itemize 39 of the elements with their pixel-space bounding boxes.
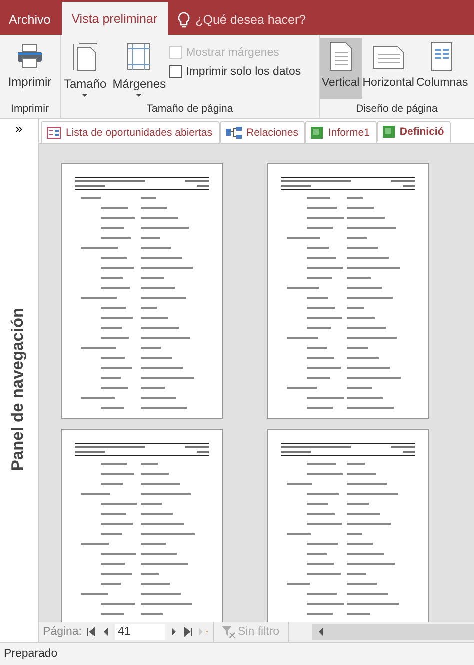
report-icon bbox=[382, 126, 395, 138]
previous-page-icon[interactable] bbox=[102, 627, 110, 637]
scroll-left-icon[interactable] bbox=[318, 628, 324, 636]
status-text: Preparado bbox=[4, 648, 58, 660]
group-label: Tamaño de página bbox=[146, 103, 234, 117]
next-page-icon[interactable] bbox=[170, 627, 178, 637]
columns-page-icon bbox=[429, 42, 456, 72]
margins-button[interactable]: Márgenes bbox=[110, 38, 170, 97]
page-size-icon bbox=[71, 42, 100, 72]
relationships-icon bbox=[226, 126, 242, 138]
printer-icon bbox=[16, 42, 44, 70]
portrait-button[interactable]: Vertical bbox=[320, 38, 362, 99]
new-page-icon bbox=[198, 627, 208, 637]
portrait-page-icon bbox=[328, 42, 354, 72]
document-tab[interactable]: Informe1 bbox=[305, 121, 377, 143]
ribbon-tab[interactable]: Archivo bbox=[0, 5, 60, 35]
tell-me-field[interactable]: ¿Qué desea hacer? bbox=[196, 11, 310, 29]
ribbon-tab[interactable]: Vista preliminar bbox=[62, 2, 168, 35]
columns-button[interactable]: Columnas bbox=[416, 38, 470, 99]
filter-icon bbox=[222, 626, 236, 638]
last-page-icon[interactable] bbox=[183, 627, 194, 637]
checkbox[interactable]: Imprimir solo los datos bbox=[169, 65, 302, 78]
group-label: Diseño de página bbox=[356, 103, 438, 117]
document-tab[interactable]: Lista de oportunidades abiertas bbox=[41, 121, 220, 143]
document-tab[interactable]: Definició bbox=[376, 121, 452, 143]
landscape-button[interactable]: Horizontal bbox=[362, 38, 416, 99]
page-label: Página: bbox=[43, 626, 82, 638]
lightbulb-icon bbox=[178, 12, 190, 28]
report-icon bbox=[311, 126, 324, 138]
margins-icon bbox=[125, 42, 154, 72]
document-tab[interactable]: Relaciones bbox=[220, 121, 306, 143]
group-label: Imprimir bbox=[11, 103, 49, 117]
first-page-icon[interactable] bbox=[87, 627, 98, 637]
size-button[interactable]: Tamaño bbox=[61, 38, 110, 97]
print-button[interactable]: Imprimir bbox=[0, 38, 60, 89]
form-icon bbox=[47, 126, 61, 138]
navigation-pane-title[interactable]: Panel de navegación bbox=[10, 307, 28, 471]
page-number-field[interactable]: 41 bbox=[115, 624, 166, 640]
expand-pane-button[interactable]: » bbox=[11, 121, 27, 136]
